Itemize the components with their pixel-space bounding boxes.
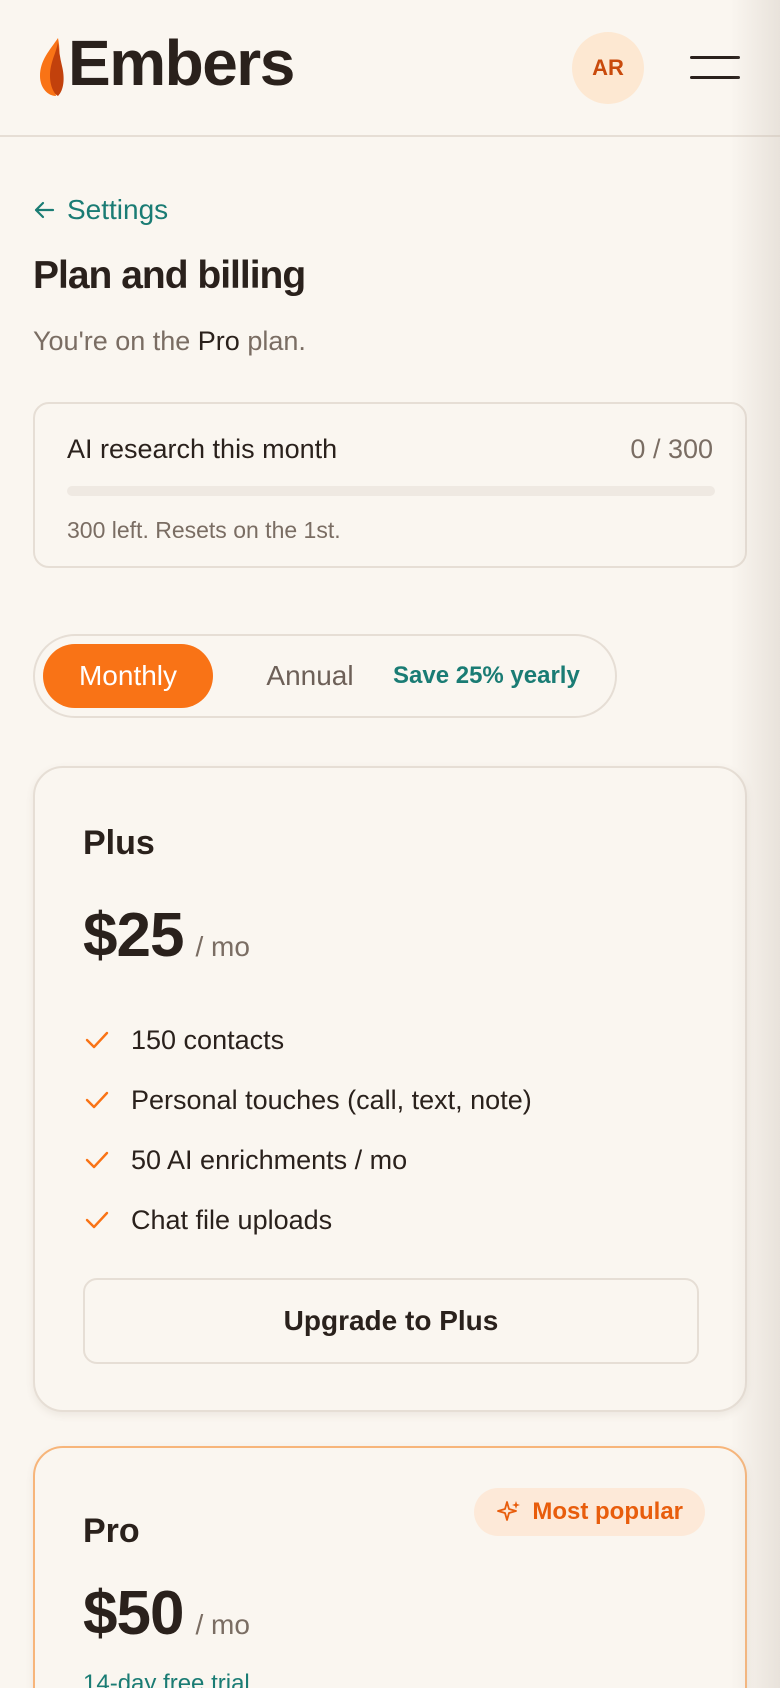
usage-progress-bar — [67, 486, 715, 496]
plan-prefix: You're on the — [33, 326, 198, 356]
plan-card-plus: Plus $25 / mo 150 contacts Personal touc… — [33, 766, 747, 1412]
upgrade-to-plus-button[interactable]: Upgrade to Plus — [83, 1278, 699, 1364]
annual-savings-label: Save 25% yearly — [393, 662, 580, 689]
feature-label: Personal touches (call, text, note) — [131, 1084, 532, 1115]
feature-item: Chat file uploads — [83, 1190, 532, 1250]
feature-item: 50 AI enrichments / mo — [83, 1130, 532, 1190]
plan-card-pro: Pro Most popular $50 / mo 14-day free tr… — [33, 1446, 747, 1688]
check-icon — [85, 1031, 109, 1049]
user-avatar[interactable]: AR — [572, 32, 644, 104]
hamburger-menu-icon[interactable] — [690, 52, 742, 84]
arrow-left-icon — [34, 201, 55, 219]
annual-toggle-option[interactable]: Annual — [245, 644, 375, 708]
price-amount: $25 — [83, 901, 184, 970]
price-unit: / mo — [195, 1609, 250, 1640]
feature-item: Personal touches (call, text, note) — [83, 1070, 532, 1130]
feature-list: 150 contacts Personal touches (call, tex… — [83, 1010, 532, 1250]
most-popular-badge: Most popular — [474, 1488, 705, 1536]
feature-item: 150 contacts — [83, 1010, 532, 1070]
flame-icon — [40, 38, 64, 96]
page-title: Plan and billing — [33, 254, 306, 297]
price-unit: / mo — [195, 931, 250, 962]
feature-label: 50 AI enrichments / mo — [131, 1144, 408, 1175]
sparkle-icon — [497, 1501, 521, 1521]
price-amount: $50 — [83, 1579, 184, 1648]
plan-suffix: plan. — [239, 326, 306, 356]
app-header: Embers AR — [0, 0, 780, 137]
usage-card: AI research this month 0 / 300 300 left.… — [33, 402, 747, 568]
menu-line — [690, 76, 740, 79]
billing-period-toggle: Monthly Annual Save 25% yearly — [33, 634, 617, 718]
check-icon — [85, 1091, 109, 1109]
monthly-toggle-option[interactable]: Monthly — [43, 644, 213, 708]
check-icon — [85, 1151, 109, 1169]
check-icon — [85, 1211, 109, 1229]
plan-price: $25 / mo — [83, 900, 250, 971]
billing-page: Embers AR Settings Plan and billing You'… — [0, 0, 780, 1688]
current-plan-name: Pro — [197, 326, 240, 356]
back-to-settings-link[interactable]: Settings — [33, 194, 168, 226]
plan-price: $50 / mo — [83, 1578, 250, 1649]
usage-label: AI research this month — [67, 434, 338, 464]
plan-name: Plus — [83, 824, 155, 862]
badge-label: Most popular — [532, 1498, 683, 1525]
feature-label: 150 contacts — [131, 1024, 285, 1055]
back-label: Settings — [67, 194, 169, 225]
plan-name: Pro — [83, 1512, 140, 1550]
menu-line — [690, 56, 740, 59]
usage-note: 300 left. Resets on the 1st. — [67, 517, 341, 543]
free-trial-label: 14-day free trial — [83, 1670, 250, 1688]
brand-logo[interactable]: Embers — [38, 27, 295, 99]
feature-label: Chat file uploads — [131, 1204, 333, 1235]
brand-name: Embers — [68, 27, 295, 99]
usage-count: 0 / 300 — [630, 434, 713, 464]
current-plan-text: You're on the Pro plan. — [33, 326, 306, 357]
